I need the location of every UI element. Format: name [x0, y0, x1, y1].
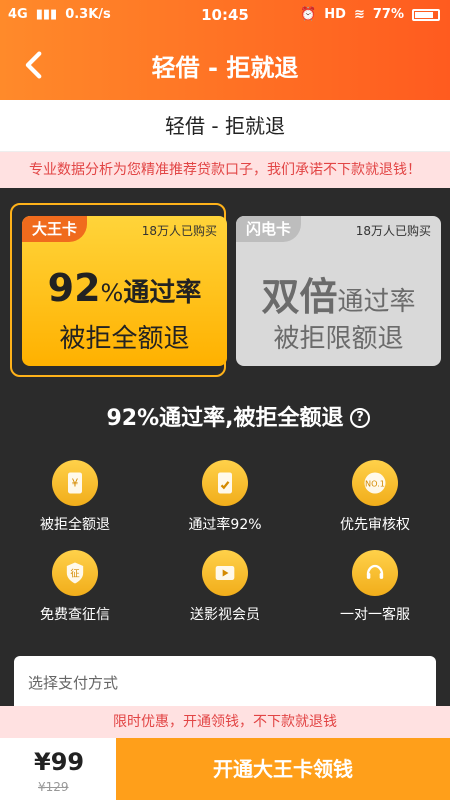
payment-label: 选择支付方式 [28, 674, 119, 692]
benefit-video[interactable]: 送影视会员 [160, 550, 290, 640]
card-dawang[interactable]: 大王卡 18万人已购买 92%通过率 被拒全额退 [22, 216, 227, 366]
benefit-label: 一对一客服 [340, 607, 410, 623]
card-line1: 92%通过率 [22, 266, 227, 310]
card-shandian[interactable]: 闪电卡 18万人已购买 双倍通过率 被拒限额退 [236, 216, 441, 366]
page-title: 轻借 - 拒就退 [151, 54, 299, 82]
card-percent: 92 [47, 266, 101, 310]
benefit-label: 通过率92% [188, 517, 262, 533]
document-check-icon [202, 460, 248, 506]
benefit-label: 优先审核权 [340, 517, 410, 533]
card-buyers: 18万人已购买 [141, 224, 217, 238]
bottom-bar: ¥99 ¥129 开通大王卡领钱 [0, 738, 450, 800]
open-card-button[interactable]: 开通大王卡领钱 [116, 738, 450, 800]
benefit-priority[interactable]: NO.1 优先审核权 [310, 460, 440, 550]
benefit-support[interactable]: 一对一客服 [310, 550, 440, 640]
price: ¥99 [34, 748, 85, 776]
benefits-title: 92%通过率,被拒全额退 [106, 406, 344, 431]
benefit-refund[interactable]: ¥ 被拒全额退 [10, 460, 140, 550]
benefit-credit[interactable]: 征 免费查征信 [10, 550, 140, 640]
card-line2: 被拒限额退 [273, 324, 404, 354]
original-price: ¥129 [38, 780, 69, 794]
card-double: 双倍 [261, 275, 338, 319]
membership-cards: 大王卡 18万人已购买 92%通过率 被拒全额退 闪电卡 18万人已购买 双倍通… [0, 200, 450, 377]
notice-banner: 专业数据分析为您精准推荐贷款口子，我们承诺不下款就退钱！ [0, 152, 450, 188]
benefit-pass-rate[interactable]: 通过率92% [160, 460, 290, 550]
card-buyers: 18万人已购买 [355, 224, 431, 238]
svg-text:¥: ¥ [72, 478, 79, 490]
card-rate-text: 通过率 [123, 278, 202, 308]
card-tag: 大王卡 [22, 216, 88, 242]
promo-banner: 限时优惠，开通领钱，不下款就退钱 [0, 706, 450, 738]
hd-indicator: HD [324, 7, 346, 22]
card-tag: 闪电卡 [236, 216, 302, 242]
benefit-label: 送影视会员 [190, 607, 260, 623]
card-line1: 双倍通过率 [236, 266, 441, 321]
card-percent-sign: % [100, 279, 124, 307]
svg-text:征: 征 [70, 569, 79, 580]
app-header: 轻借 - 拒就退 [0, 30, 450, 100]
benefit-label: 被拒全额退 [40, 517, 110, 533]
battery-icon [412, 8, 440, 21]
status-right: ⏰ HD ≋ 77% [300, 7, 440, 22]
alarm-icon: ⏰ [300, 7, 317, 22]
credit-shield-icon: 征 [52, 550, 98, 596]
headset-icon [352, 550, 398, 596]
receipt-icon: ¥ [52, 460, 98, 506]
subtitle-bar: 轻借 - 拒就退 [0, 100, 450, 152]
wifi-icon: ≋ [353, 7, 365, 22]
svg-text:NO.1: NO.1 [365, 479, 385, 489]
battery-percent: 77% [372, 7, 404, 22]
card-line2: 被拒全额退 [59, 324, 190, 354]
card-rate-text: 通过率 [337, 287, 416, 317]
payment-method-selector[interactable]: 选择支付方式 [14, 656, 436, 706]
price-box: ¥99 ¥129 [0, 738, 116, 800]
no1-badge-icon: NO.1 [352, 460, 398, 506]
benefit-label: 免费查征信 [40, 607, 110, 623]
status-bar: 4G ▮▮▮ 0.3K/s 10:45 ⏰ HD ≋ 77% [0, 0, 450, 30]
help-icon[interactable]: ? [350, 408, 370, 428]
tv-icon [202, 550, 248, 596]
